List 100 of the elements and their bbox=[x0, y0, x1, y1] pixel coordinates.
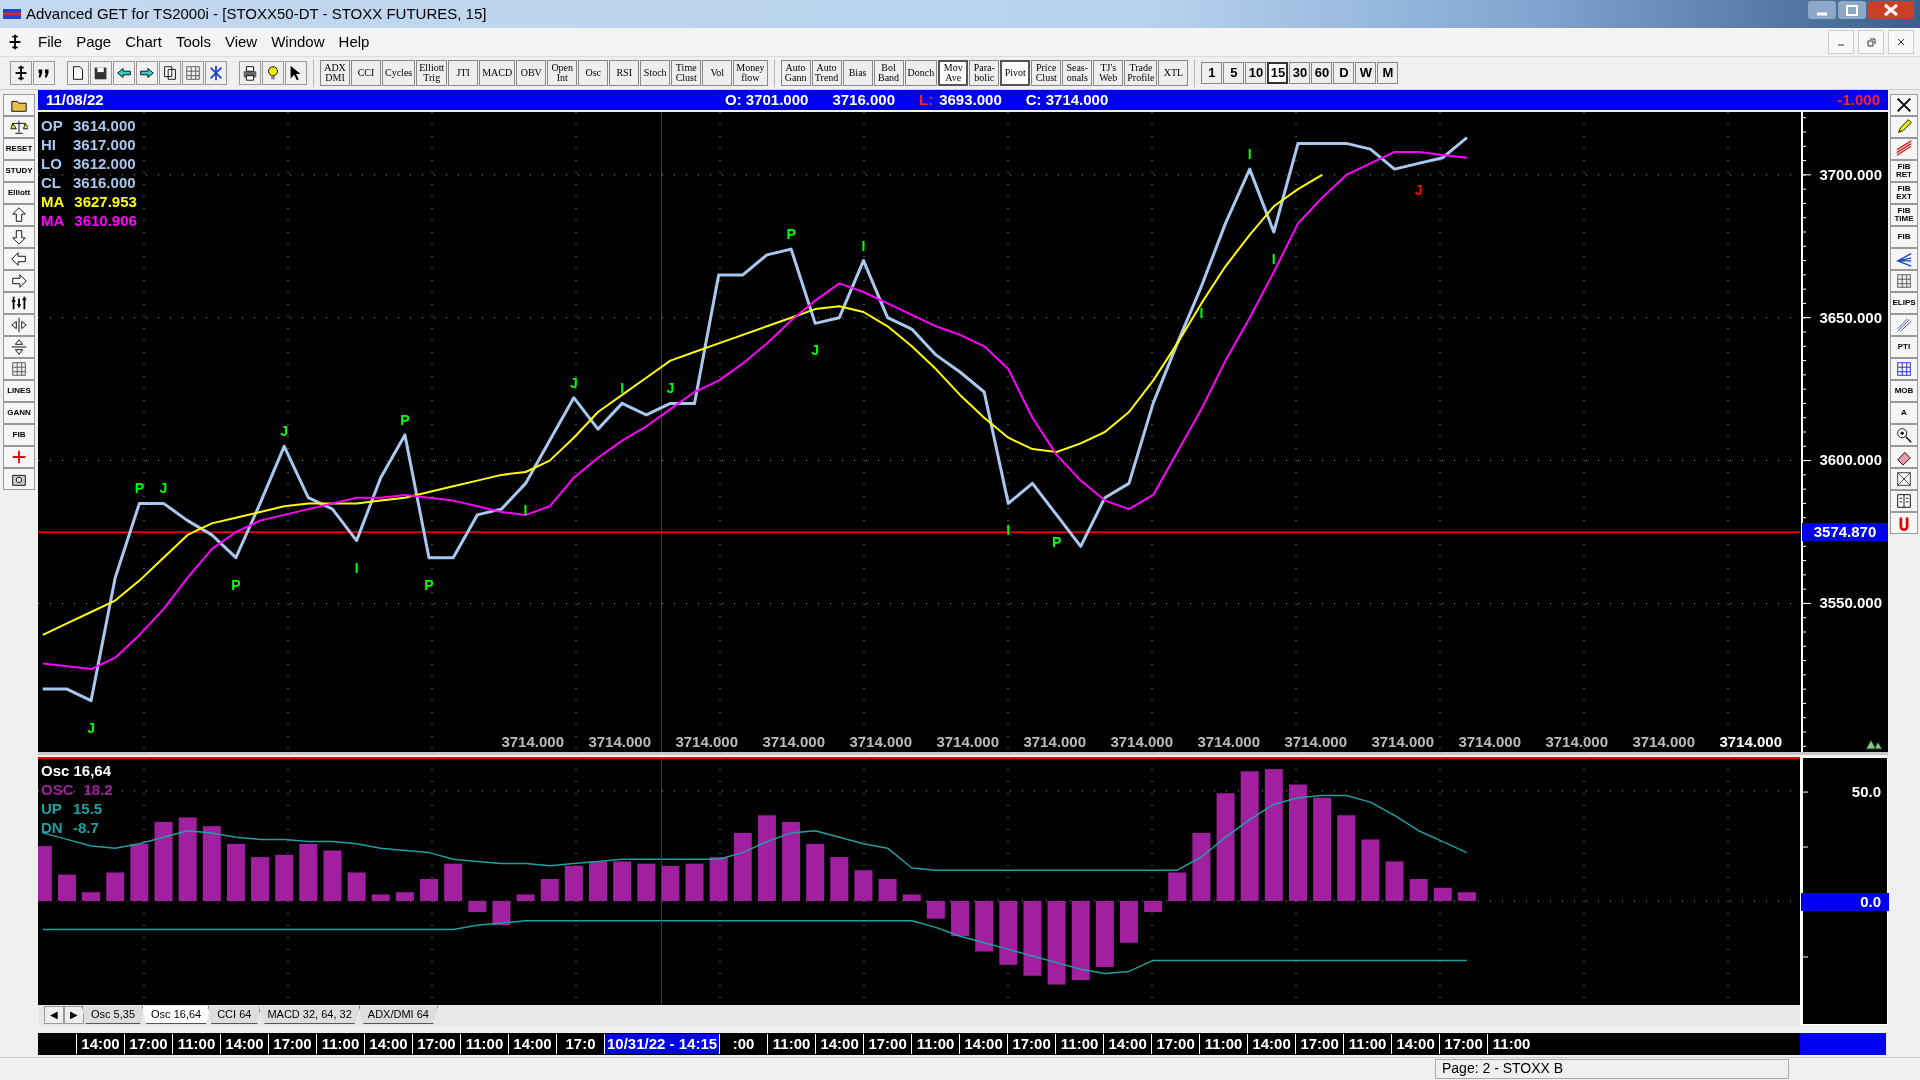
close-icon[interactable] bbox=[1868, 0, 1914, 20]
drawing-tool-button[interactable]: FIB TIME bbox=[1890, 203, 1918, 226]
cursor-button[interactable] bbox=[10, 60, 32, 85]
pitchfork-tool-button[interactable] bbox=[1890, 313, 1918, 336]
indicator-button[interactable]: Elliott Trig bbox=[416, 59, 448, 86]
drawing-tool-button[interactable]: PTI bbox=[1890, 335, 1918, 358]
printer-button[interactable] bbox=[239, 60, 261, 85]
grid-tool-button[interactable] bbox=[3, 357, 35, 380]
pointer-button[interactable] bbox=[285, 60, 307, 85]
indicator-button[interactable]: OBV bbox=[516, 59, 547, 86]
overlay-button[interactable]: Bol Band bbox=[873, 59, 904, 86]
drawing-tool-button[interactable]: FIB EXT bbox=[1890, 181, 1918, 204]
indicator-button[interactable]: Money flow bbox=[733, 59, 768, 86]
overlay-button[interactable]: TJ's Web bbox=[1093, 59, 1124, 86]
zoom-tool-button[interactable] bbox=[1890, 423, 1918, 446]
scroll-button[interactable]: ▶ bbox=[64, 1005, 84, 1024]
quote-button[interactable] bbox=[33, 60, 55, 85]
net-button[interactable] bbox=[205, 60, 227, 85]
menu-item[interactable]: Chart bbox=[125, 33, 162, 51]
pencil-tool-button[interactable] bbox=[1890, 115, 1918, 138]
menu-item[interactable]: Page bbox=[76, 33, 112, 51]
drawing-tool-button[interactable]: A bbox=[1890, 401, 1918, 424]
arrow-down-tool-button[interactable] bbox=[3, 225, 35, 248]
indicator-button[interactable]: Time Clust bbox=[671, 59, 702, 86]
magnet-tool-button[interactable] bbox=[1890, 511, 1918, 534]
overlay-button[interactable]: Donch bbox=[904, 59, 938, 86]
period-button[interactable]: W bbox=[1355, 61, 1377, 84]
save-button[interactable] bbox=[90, 60, 112, 85]
drawing-tool-button[interactable]: FIB bbox=[1890, 225, 1918, 248]
indicator-button[interactable]: RSI bbox=[609, 59, 640, 86]
period-button[interactable]: 30 bbox=[1289, 61, 1311, 84]
period-button[interactable]: 5 bbox=[1223, 61, 1245, 84]
eraser-tool-button[interactable] bbox=[1890, 445, 1918, 468]
back-button[interactable] bbox=[113, 60, 135, 85]
indicator-button[interactable]: Stoch bbox=[640, 59, 671, 86]
close-x-tool-button[interactable] bbox=[1890, 93, 1918, 116]
overlay-button[interactable]: Bias bbox=[842, 59, 873, 86]
menu-item[interactable]: View bbox=[224, 33, 258, 51]
drawing-tool-button[interactable]: MOB bbox=[1890, 379, 1918, 402]
page-button[interactable] bbox=[67, 60, 89, 85]
split-tool-button[interactable] bbox=[3, 313, 35, 336]
overlay-button[interactable]: XTL bbox=[1158, 59, 1189, 86]
period-button[interactable]: 10 bbox=[1245, 61, 1267, 84]
drawing-tool-button[interactable]: FIB bbox=[3, 423, 35, 446]
drawing-tool-button[interactable]: Elliott bbox=[3, 181, 35, 204]
overlay-button[interactable]: Para- bolic bbox=[969, 59, 1000, 86]
study-tab[interactable]: MACD 32, 64, 32 bbox=[258, 1005, 361, 1024]
overlay-button[interactable]: Auto Gann bbox=[780, 59, 811, 86]
arrow-right-tool-button[interactable] bbox=[3, 269, 35, 292]
overlay-button[interactable]: Seas- onals bbox=[1062, 59, 1093, 86]
drawing-tool-button[interactable]: RESET bbox=[3, 137, 35, 160]
menu-item[interactable]: Tools bbox=[175, 33, 211, 51]
scales-tool-button[interactable] bbox=[3, 115, 35, 138]
study-tab[interactable]: CCI 64 bbox=[208, 1005, 261, 1024]
drawing-tool-button[interactable]: ELIPS bbox=[1890, 291, 1918, 314]
lines-tool-button[interactable] bbox=[1890, 137, 1918, 160]
drawing-tool-button[interactable]: GANN bbox=[3, 401, 35, 424]
copy-button[interactable] bbox=[159, 60, 181, 85]
menu-item[interactable]: File bbox=[38, 33, 63, 51]
drawing-tool-button[interactable]: LINES bbox=[3, 379, 35, 402]
period-button[interactable]: D bbox=[1333, 61, 1355, 84]
period-button[interactable]: 1 bbox=[1201, 61, 1223, 84]
overlay-button[interactable]: Mov Ave bbox=[938, 59, 969, 86]
indicator-button[interactable]: Vol bbox=[702, 59, 733, 86]
period-button[interactable]: 60 bbox=[1311, 61, 1333, 84]
scroll-button[interactable]: ◀ bbox=[44, 1005, 64, 1024]
forward-button[interactable] bbox=[136, 60, 158, 85]
camera-tool-button[interactable] bbox=[3, 467, 35, 490]
indicator-button[interactable]: MACD bbox=[479, 59, 516, 86]
pattern-tool-button[interactable] bbox=[1890, 467, 1918, 490]
table-tool-button[interactable] bbox=[1890, 357, 1918, 380]
period-button[interactable]: 15 bbox=[1267, 61, 1289, 84]
menu-item[interactable]: Help bbox=[338, 33, 370, 51]
study-tab[interactable]: ADX/DMI 64 bbox=[358, 1005, 438, 1024]
indicator-button[interactable]: ADX DMI bbox=[320, 59, 350, 86]
minimize-icon[interactable] bbox=[1808, 0, 1836, 20]
drawing-tool-button[interactable]: STUDY bbox=[3, 159, 35, 182]
drawing-tool-button[interactable]: FIB RET bbox=[1890, 159, 1918, 182]
squeeze-tool-button[interactable] bbox=[3, 335, 35, 358]
arrow-left-tool-button[interactable] bbox=[3, 247, 35, 270]
indicator-button[interactable]: CCI bbox=[351, 59, 381, 86]
overlay-button[interactable]: Price Clust bbox=[1031, 59, 1062, 86]
period-button[interactable]: M bbox=[1377, 61, 1399, 84]
fan-tool-button[interactable] bbox=[1890, 247, 1918, 270]
indicator-button[interactable]: Open Int bbox=[547, 59, 578, 86]
bulb-button[interactable] bbox=[262, 60, 284, 85]
indicator-button[interactable]: JTI bbox=[448, 59, 479, 86]
folder-tool-button[interactable] bbox=[3, 93, 35, 116]
arrow-up-tool-button[interactable] bbox=[3, 203, 35, 226]
bars-tool-button[interactable] bbox=[3, 291, 35, 314]
book-tool-button[interactable] bbox=[1890, 489, 1918, 512]
study-tab[interactable]: Osc 16,64 bbox=[142, 1005, 211, 1024]
indicator-button[interactable]: Osc bbox=[578, 59, 609, 86]
grid-tool-button[interactable] bbox=[1890, 269, 1918, 292]
overlay-button[interactable]: Trade Profile bbox=[1124, 59, 1158, 86]
cross-tool-button[interactable] bbox=[3, 445, 35, 468]
grid-button[interactable] bbox=[182, 60, 204, 85]
indicator-button[interactable]: Cycles bbox=[382, 59, 416, 86]
study-tab[interactable]: Osc 5,35 bbox=[82, 1005, 145, 1024]
maximize-icon[interactable] bbox=[1838, 0, 1866, 20]
